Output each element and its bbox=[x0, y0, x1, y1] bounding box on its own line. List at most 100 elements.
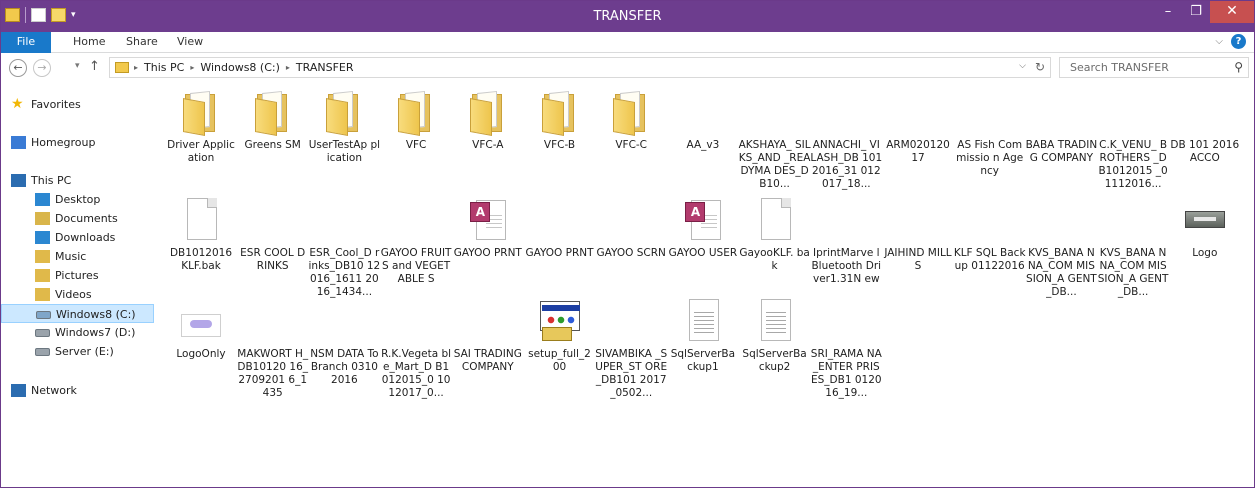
file-name: Logo bbox=[1192, 247, 1218, 259]
winrar-archive-icon bbox=[253, 299, 293, 343]
sidebar-item-server-e[interactable]: Server (E:) bbox=[1, 342, 154, 361]
drive-icon bbox=[35, 348, 50, 356]
up-button[interactable]: ↑ bbox=[89, 59, 100, 74]
sidebar-item-network[interactable]: Network bbox=[1, 381, 154, 400]
file-item[interactable]: DB1012016 KLF.bak bbox=[165, 198, 237, 273]
file-name: JAIHIND MILLS bbox=[884, 247, 952, 272]
file-name: AS Fish Commissio n Agency bbox=[956, 139, 1024, 177]
file-item[interactable]: KVS_BANA NNA_COM MISSION_A GENT_DB... bbox=[1097, 198, 1169, 299]
file-item[interactable]: KVS_BANA NNA_COM MISSION_A GENT_DB... bbox=[1025, 198, 1097, 299]
folder-item[interactable]: Driver Application bbox=[165, 90, 237, 165]
ribbon-right: ⌵ ? bbox=[1215, 34, 1246, 49]
recent-locations-button[interactable]: ▾ bbox=[75, 61, 80, 71]
breadcrumb-separator[interactable]: ▸ bbox=[190, 61, 194, 75]
file-name: MAKWORT H_DB10120 16_2709201 6_1435 bbox=[237, 348, 309, 399]
folder-item[interactable]: VFC-A bbox=[452, 90, 524, 152]
drive-icon bbox=[36, 311, 51, 319]
file-item[interactable]: AS Fish Commissio n Agency bbox=[954, 90, 1026, 178]
file-item[interactable]: Logo bbox=[1169, 198, 1241, 260]
tab-view[interactable]: View bbox=[165, 32, 215, 53]
forward-button[interactable]: → bbox=[33, 59, 51, 77]
sidebar-item-desktop[interactable]: Desktop bbox=[1, 190, 154, 209]
file-item[interactable]: R.K.Vegeta ble_Mart_D B1012015_0 1012017… bbox=[380, 299, 452, 400]
winrar-archive-icon bbox=[970, 90, 1010, 134]
file-item[interactable]: SIVAMBIKA _SUPER_ST ORE_DB101 2017_0502.… bbox=[595, 299, 667, 400]
breadcrumb-this-pc[interactable]: This PC bbox=[144, 61, 184, 75]
file-item[interactable]: SqlServerBa ckup1 bbox=[667, 299, 739, 374]
sidebar-item-windows7-d[interactable]: Windows7 (D:) bbox=[1, 323, 154, 342]
file-item[interactable]: BABA TRADING COMPANY bbox=[1025, 90, 1098, 165]
navigation-bar: ← → ▾ ↑ ▸ This PC ▸ Windows8 (C:) ▸ TRAN… bbox=[1, 54, 1254, 82]
file-item[interactable]: IprintMarve lBluetooth Driver1.31N ew bbox=[810, 198, 882, 286]
file-list: Driver Application Greens SM UserTestAp pl… bbox=[159, 83, 1254, 487]
file-item[interactable]: C.K_VENU_ BROTHERS _DB1012015 _01112016.… bbox=[1097, 90, 1169, 191]
image-icon bbox=[181, 299, 221, 343]
sidebar-item-homegroup[interactable]: Homegroup bbox=[1, 133, 154, 152]
winrar-archive-icon bbox=[1041, 198, 1081, 242]
help-icon[interactable]: ? bbox=[1231, 34, 1246, 49]
file-name: GAYOO USER bbox=[668, 247, 738, 259]
winrar-archive-icon bbox=[396, 299, 436, 343]
sidebar-item-videos[interactable]: Videos bbox=[1, 285, 154, 304]
sidebar-item-music[interactable]: Music bbox=[1, 247, 154, 266]
file-item[interactable]: setup_full_2 00 bbox=[524, 299, 596, 374]
file-name: ANNACHI_ VILASH_DB 1012016_31 012017_18.… bbox=[810, 139, 883, 190]
expand-ribbon-icon[interactable]: ⌵ bbox=[1215, 36, 1223, 47]
sidebar-item-this-pc[interactable]: This PC bbox=[1, 171, 154, 190]
file-item[interactable]: MAKWORT H_DB10120 16_2709201 6_1435 bbox=[237, 299, 309, 400]
file-item[interactable]: SAI TRADING COMPANY bbox=[452, 299, 524, 374]
address-bar[interactable]: ▸ This PC ▸ Windows8 (C:) ▸ TRANSFER ⌵ ↻ bbox=[109, 57, 1051, 78]
file-item[interactable]: SRI_RAMA NA_ENTER PRISES_DB1 012016_19..… bbox=[810, 299, 882, 400]
file-item[interactable]: GAYOO PRNT bbox=[452, 198, 524, 260]
file-name: VFC-C bbox=[615, 139, 648, 151]
folder-item[interactable]: VFC-B bbox=[524, 90, 596, 152]
tab-share[interactable]: Share bbox=[114, 32, 170, 53]
file-name: DB 101 2016 ACCO bbox=[1170, 139, 1240, 164]
file-name: DB1012016 KLF.bak bbox=[169, 247, 233, 272]
breadcrumb-windows8[interactable]: Windows8 (C:) bbox=[200, 61, 280, 75]
winrar-archive-icon bbox=[898, 90, 938, 134]
refresh-icon[interactable]: ↻ bbox=[1035, 60, 1045, 74]
breadcrumb-transfer[interactable]: TRANSFER bbox=[296, 61, 354, 75]
tab-home[interactable]: Home bbox=[61, 32, 117, 53]
search-icon[interactable]: ⚲ bbox=[1234, 60, 1243, 74]
file-item[interactable]: LogoOnly bbox=[165, 299, 237, 361]
breadcrumb-separator[interactable]: ▸ bbox=[134, 61, 138, 75]
sidebar-item-favorites[interactable]: ★ Favorites bbox=[1, 95, 154, 114]
tab-file[interactable]: File bbox=[1, 32, 51, 53]
file-item[interactable]: ARM020120 17 bbox=[882, 90, 954, 165]
file-item[interactable]: GAYOO USER bbox=[667, 198, 739, 260]
back-button[interactable]: ← bbox=[9, 59, 27, 77]
sidebar-item-windows8-c[interactable]: Windows8 (C:) bbox=[1, 304, 154, 323]
address-dropdown-icon[interactable]: ⌵ bbox=[1019, 61, 1026, 71]
file-item[interactable]: SqlServerBa ckup2 bbox=[739, 299, 811, 374]
folder-item[interactable]: Greens SM bbox=[237, 90, 309, 152]
maximize-button[interactable]: ❐ bbox=[1182, 1, 1210, 23]
file-item[interactable]: ANNACHI_ VILASH_DB 1012016_31 012017_18.… bbox=[810, 90, 882, 191]
file-item[interactable]: GayooKLF. bak bbox=[739, 198, 811, 273]
folder-item[interactable]: VFC bbox=[380, 90, 452, 152]
sidebar-item-downloads[interactable]: Downloads bbox=[1, 228, 154, 247]
sidebar-item-pictures[interactable]: Pictures bbox=[1, 266, 154, 285]
file-item[interactable]: GAYOO PRNT bbox=[524, 198, 596, 260]
pictures-icon bbox=[35, 269, 50, 282]
sidebar-item-label: Desktop bbox=[55, 193, 101, 206]
file-item[interactable]: AKSHAYA_ SILKS_AND _READYMA DES_DB10... bbox=[739, 90, 811, 191]
file-item[interactable]: ESR COOL DRINKS bbox=[237, 198, 309, 273]
breadcrumb-separator[interactable]: ▸ bbox=[286, 61, 290, 75]
close-button[interactable]: ✕ bbox=[1210, 1, 1254, 23]
minimize-button[interactable]: – bbox=[1154, 1, 1182, 23]
search-input[interactable] bbox=[1060, 58, 1220, 77]
file-item[interactable]: DB 101 2016 ACCO bbox=[1169, 90, 1241, 165]
file-item[interactable]: NSM DATA To Branch 03102016 bbox=[308, 299, 380, 387]
file-item[interactable]: KLF SQL Backup 01122016 bbox=[954, 198, 1026, 273]
file-item[interactable]: GAYOO FRUITS and VEGETABLE S bbox=[380, 198, 452, 286]
folder-item[interactable]: UserTestAp plication bbox=[308, 90, 380, 165]
file-item[interactable]: ESR_Cool_D rinks_DB10 12016_1611 2016_14… bbox=[308, 198, 381, 299]
file-item[interactable]: AA_v3 bbox=[667, 90, 739, 152]
sidebar-item-documents[interactable]: Documents bbox=[1, 209, 154, 228]
winrar-archive-icon bbox=[683, 90, 723, 134]
file-item[interactable]: GAYOO SCRN bbox=[595, 198, 667, 260]
file-item[interactable]: JAIHIND MILLS bbox=[882, 198, 954, 273]
folder-item[interactable]: VFC-C bbox=[595, 90, 667, 152]
